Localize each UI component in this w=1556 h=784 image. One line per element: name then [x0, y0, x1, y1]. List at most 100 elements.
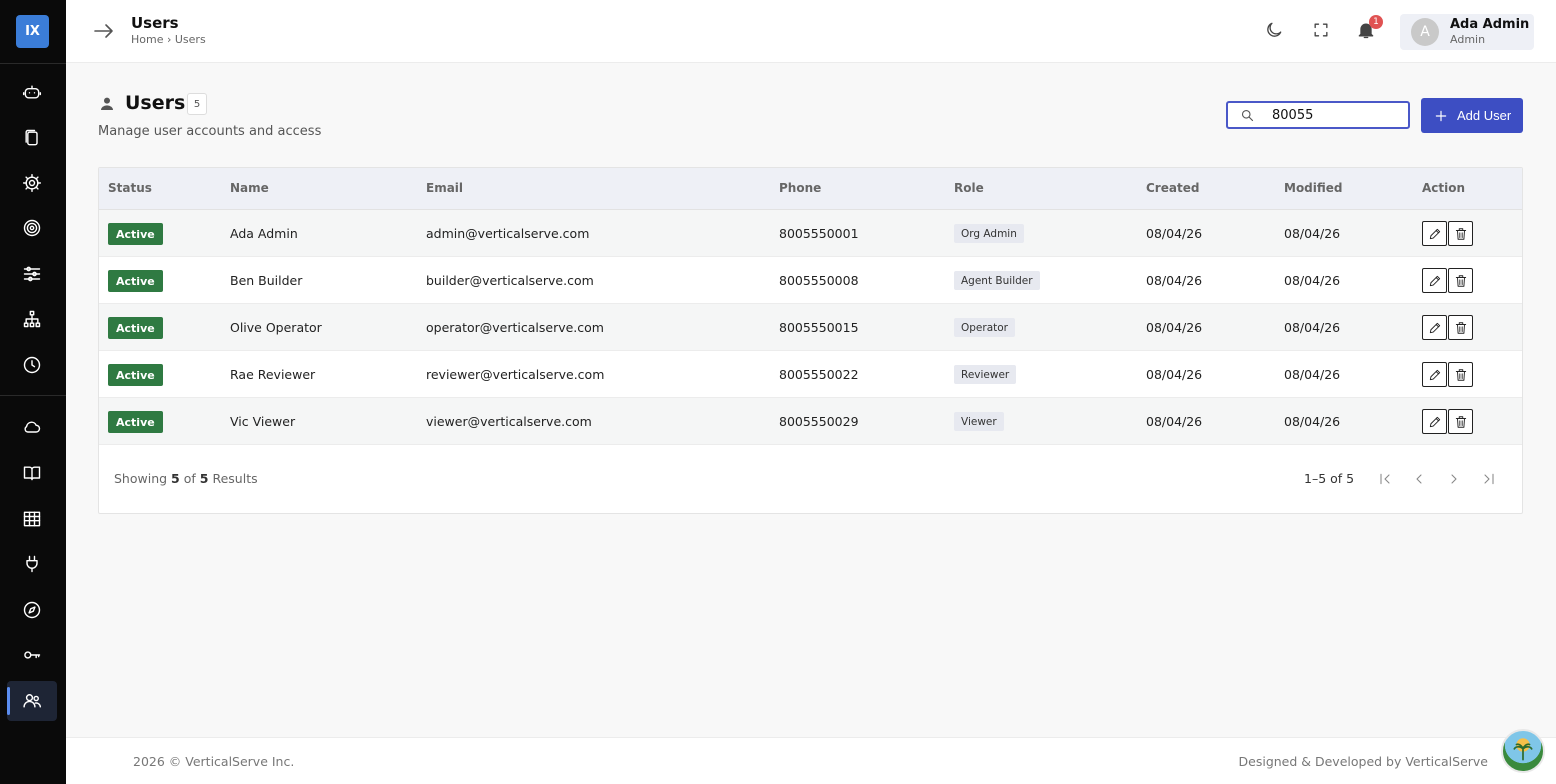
- sidebar-item-history[interactable]: [7, 345, 57, 385]
- trash-icon: [1455, 227, 1466, 240]
- notification-badge: 1: [1369, 15, 1383, 29]
- column-header-modified[interactable]: Modified: [1284, 181, 1343, 195]
- user-name: Ada Admin: [1450, 17, 1530, 32]
- trash-icon: [1455, 368, 1466, 381]
- key-icon: [24, 651, 41, 659]
- trash-icon: [1455, 415, 1466, 428]
- next-page-button[interactable]: [1444, 469, 1464, 489]
- created-date-cell: 08/04/26: [1146, 320, 1203, 335]
- showing-from: 5: [171, 471, 180, 486]
- user-email-cell: reviewer@verticalserve.com: [426, 367, 605, 382]
- showing-suffix: Results: [212, 471, 258, 486]
- sidebar-item-integrations[interactable]: [7, 544, 57, 584]
- target-icon: [23, 219, 41, 237]
- sidebar-toggle-button[interactable]: [92, 19, 116, 43]
- edit-button[interactable]: [1422, 409, 1447, 434]
- previous-page-button[interactable]: [1409, 469, 1429, 489]
- edit-button[interactable]: [1422, 268, 1447, 293]
- column-header-phone[interactable]: Phone: [779, 181, 821, 195]
- chevron-right-icon: [1451, 474, 1457, 484]
- trash-icon: [1455, 274, 1466, 287]
- pencil-icon: [1429, 322, 1440, 333]
- delete-button[interactable]: [1448, 315, 1473, 340]
- table-row[interactable]: Active Ben Builder builder@verticalserve…: [99, 257, 1522, 304]
- page-subtitle: Manage user accounts and access: [98, 124, 322, 139]
- sidebar-item-agents[interactable]: [7, 72, 57, 112]
- sidebar-item-keys[interactable]: [7, 635, 57, 675]
- role-badge: Operator: [954, 318, 1015, 337]
- add-user-button-label: Add User: [1457, 108, 1512, 123]
- edit-button[interactable]: [1422, 315, 1447, 340]
- user-email-cell: operator@verticalserve.com: [426, 320, 604, 335]
- breadcrumb[interactable]: Home › Users: [131, 33, 206, 46]
- role-badge: Agent Builder: [954, 271, 1040, 290]
- sidebar-item-cloud[interactable]: [7, 407, 57, 447]
- assistant-launcher-button[interactable]: [1501, 729, 1545, 773]
- table-row[interactable]: Active Vic Viewer viewer@verticalserve.c…: [99, 398, 1522, 445]
- sidebar-item-knowledge[interactable]: [7, 453, 57, 493]
- table-icon: [23, 511, 41, 527]
- avatar: A: [1411, 18, 1439, 46]
- column-header-action: Action: [1422, 181, 1466, 195]
- fullscreen-button[interactable]: [1311, 20, 1333, 42]
- delete-button[interactable]: [1448, 268, 1473, 293]
- footer-copyright: 2026 © VerticalServe Inc.: [133, 754, 295, 769]
- status-badge: Active: [108, 270, 163, 292]
- role-badge: Reviewer: [954, 365, 1017, 384]
- last-page-button[interactable]: [1479, 469, 1499, 489]
- modified-date-cell: 08/04/26: [1284, 320, 1341, 335]
- sidebar: IX: [0, 0, 66, 784]
- search-icon: [1240, 108, 1256, 124]
- edit-button[interactable]: [1422, 362, 1447, 387]
- island-icon: [1513, 743, 1533, 761]
- delete-button[interactable]: [1448, 362, 1473, 387]
- showing-total: 5: [199, 471, 209, 486]
- role-badge: Viewer: [954, 412, 1004, 431]
- first-page-icon: [1380, 473, 1390, 485]
- sidebar-item-workflows[interactable]: [7, 299, 57, 339]
- users-icon: [23, 694, 42, 708]
- status-badge: Active: [108, 411, 163, 433]
- delete-button[interactable]: [1448, 409, 1473, 434]
- table-row[interactable]: Active Olive Operator operator@verticals…: [99, 304, 1522, 351]
- edit-button[interactable]: [1422, 221, 1447, 246]
- sidebar-item-tables[interactable]: [7, 499, 57, 539]
- created-date-cell: 08/04/26: [1146, 414, 1203, 429]
- role-badge: Org Admin: [954, 224, 1024, 243]
- search-input[interactable]: [1272, 106, 1402, 124]
- column-header-status[interactable]: Status: [108, 181, 152, 195]
- sidebar-item-targets[interactable]: [7, 208, 57, 248]
- created-date-cell: 08/04/26: [1146, 367, 1203, 382]
- status-badge: Active: [108, 317, 163, 339]
- plug-icon: [26, 555, 38, 573]
- user-menu[interactable]: A Ada Admin Admin: [1400, 14, 1534, 50]
- app-logo[interactable]: IX: [16, 15, 49, 48]
- column-header-created[interactable]: Created: [1146, 181, 1199, 195]
- delete-button[interactable]: [1448, 221, 1473, 246]
- table-row[interactable]: Active Ada Admin admin@verticalserve.com…: [99, 210, 1522, 257]
- sidebar-item-documents[interactable]: [7, 118, 57, 158]
- user-name-cell: Vic Viewer: [230, 414, 296, 429]
- user-name-cell: Ada Admin: [230, 226, 298, 241]
- column-header-name[interactable]: Name: [230, 181, 269, 195]
- search-box[interactable]: [1226, 101, 1410, 129]
- modified-date-cell: 08/04/26: [1284, 226, 1341, 241]
- add-user-button[interactable]: Add User: [1421, 98, 1523, 133]
- chevron-left-icon: [1416, 474, 1422, 484]
- column-header-role[interactable]: Role: [954, 181, 984, 195]
- user-email-cell: admin@verticalserve.com: [426, 226, 590, 241]
- first-page-button[interactable]: [1375, 469, 1395, 489]
- table-row[interactable]: Active Rae Reviewer reviewer@verticalser…: [99, 351, 1522, 398]
- created-date-cell: 08/04/26: [1146, 273, 1203, 288]
- modified-date-cell: 08/04/26: [1284, 414, 1341, 429]
- created-date-cell: 08/04/26: [1146, 226, 1203, 241]
- sidebar-item-explore[interactable]: [7, 590, 57, 630]
- user-phone-cell: 8005550015: [779, 320, 859, 335]
- sidebar-item-users[interactable]: [7, 681, 57, 721]
- column-header-email[interactable]: Email: [426, 181, 463, 195]
- user-role: Admin: [1450, 33, 1486, 46]
- sidebar-item-configuration[interactable]: [7, 254, 57, 294]
- user-phone-cell: 8005550008: [779, 273, 859, 288]
- sidebar-item-settings[interactable]: [7, 163, 57, 203]
- theme-toggle-button[interactable]: [1264, 20, 1286, 42]
